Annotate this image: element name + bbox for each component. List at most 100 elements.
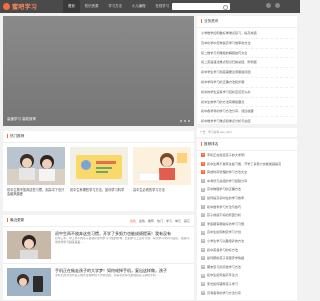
rank-number: 3 xyxy=(201,170,205,175)
rank-title[interactable]: 家长如何辅导孩子学习 xyxy=(207,280,238,289)
rank-item[interactable]: 2 初中生再不放弃这些习惯，开学了多努力也能成绩提高 xyxy=(197,160,297,169)
article-thumbnail[interactable] xyxy=(7,268,51,296)
sidebar-link[interactable]: 初二英语语法重点知识归纳总结，附例题 xyxy=(201,58,293,69)
rank-item[interactable]: 12 初中英语学习的好方法 xyxy=(197,246,297,255)
nav-item-home[interactable]: 首页 xyxy=(63,0,80,13)
site-logo[interactable]: 蜜吧学习 xyxy=(3,2,37,11)
nav-item-methods[interactable]: 学习方法 xyxy=(103,0,127,13)
panel-title: 推荐排名 xyxy=(197,139,297,151)
article-title[interactable]: 初中生再不放弃这些习惯，开学了多努力也能成绩提高！我有没有 xyxy=(55,231,190,236)
rank-title[interactable]: 如何帮助孩子克服厌学情绪 xyxy=(207,254,244,263)
rank-title[interactable]: 高考备考的学习方法分享 xyxy=(207,289,241,298)
rank-number: 14 xyxy=(201,265,205,270)
sidebar-link[interactable]: 初中学生学习到底需要注意哪些问题 xyxy=(201,68,293,78)
sidebar-link[interactable]: 初中生物学习的方法有哪些要点 xyxy=(201,98,293,108)
hot-item[interactable]: 高中生必看的学习方法 xyxy=(133,147,191,196)
rank-item[interactable]: 9 学霸都有哪些好的学习习惯 xyxy=(197,220,297,229)
hot-thumbnail[interactable] xyxy=(7,147,65,185)
rank-item[interactable]: 16 家长如何辅导孩子学习 xyxy=(197,280,297,289)
tab-latest[interactable]: 最新 xyxy=(130,219,136,223)
top-navigation-bar: 蜜吧学习 首页 知识资源 学习方法 小儿编程 在线学习 关于我们 xyxy=(0,0,300,13)
rank-item[interactable]: 3 有效时间管理的学习方法大全 xyxy=(197,168,297,177)
rank-title[interactable]: 初中生如何提高专注力 xyxy=(207,271,238,280)
rank-title[interactable]: 初中数学学习方法与技巧 xyxy=(207,203,241,212)
rank-title[interactable]: 初中英语学习的好方法 xyxy=(207,246,238,255)
rank-item[interactable]: 8 孩子成绩不好的原因分析 xyxy=(197,211,297,220)
rank-item[interactable]: 5 高中物理学习的正确方法 xyxy=(197,185,297,194)
hot-caption[interactable]: 高中生必看的学习方法 xyxy=(133,188,191,192)
rank-item[interactable]: 6 如何提高初中生的学习效率 xyxy=(197,194,297,203)
nav-item-coding[interactable]: 小儿编程 xyxy=(127,0,151,13)
rank-title[interactable]: 小学生学习兴趣培养的方法 xyxy=(207,237,244,246)
rank-number: 2 xyxy=(201,161,205,166)
rank-item[interactable]: 7 初中数学学习方法与技巧 xyxy=(197,203,297,212)
hot-thumbnail[interactable] xyxy=(70,147,128,185)
hot-thumbnail[interactable] xyxy=(133,147,191,185)
hot-item[interactable]: 初中生再不放弃这些习惯，到高中了也只会越来越差 xyxy=(7,147,65,196)
rank-number: 15 xyxy=(201,273,205,278)
search-input[interactable] xyxy=(172,3,230,10)
tab-hot[interactable]: 最热 xyxy=(139,219,145,223)
rank-title[interactable]: 中考状元总结的学习经验分享 xyxy=(207,177,247,186)
rank-number: 9 xyxy=(201,222,205,227)
rank-number: 1 xyxy=(201,153,205,158)
latest-tabs: 最新 最热 推荐 热门 学习 单元 其它 xyxy=(130,219,190,223)
article-item[interactable]: 初中生再不放弃这些习惯，开学了多努力也能成绩提高！我有没有 初中三年，中上水平的… xyxy=(3,227,194,264)
rank-number: 10 xyxy=(201,230,205,235)
rank-title[interactable]: 高中物理学习的正确方法 xyxy=(207,185,241,194)
search-icon[interactable] xyxy=(223,4,228,10)
panel-title: 热门推荐 xyxy=(3,131,194,143)
hot-item[interactable]: 初中生有哪些学习方法，如何学习科学 xyxy=(70,147,128,196)
rank-number: 8 xyxy=(201,213,205,218)
user-icon[interactable] xyxy=(266,3,271,8)
sidebar-link[interactable]: 高中化学中怎样提高学习效率的方法 xyxy=(201,39,293,49)
tab-unit[interactable]: 单元 xyxy=(175,219,181,223)
rank-title[interactable]: 初中生再不放弃这些习惯，开学了多努力也能成绩提高 xyxy=(207,160,281,169)
logo-text: 蜜吧学习 xyxy=(12,5,38,11)
tab-popular[interactable]: 热门 xyxy=(157,219,163,223)
rank-title[interactable]: 如何提高初中生的学习效率 xyxy=(207,194,244,203)
ad-slot[interactable]: 广告 · 学习资料 ads_right xyxy=(197,128,297,137)
article-item[interactable]: 手机正在偷走孩子的大学梦！如何戒掉手机，复出这样做，孩子 手机已成为当代孩子成长… xyxy=(3,264,194,301)
banner-dot[interactable] xyxy=(188,120,190,122)
rank-item[interactable]: 4 中考状元总结的学习经验分享 xyxy=(197,177,297,186)
banner-dot[interactable] xyxy=(180,120,182,122)
rank-number: 5 xyxy=(201,187,205,192)
rank-item[interactable]: 1 手机正在偷走孩子的大学梦！ xyxy=(197,151,297,160)
sidebar-link[interactable]: 初中各学科的学习方法分享，建议收藏 xyxy=(201,107,293,118)
rank-title[interactable]: 学霸都有哪些好的学习习惯 xyxy=(207,220,244,229)
nav-item-knowledge[interactable]: 知识资源 xyxy=(80,0,104,13)
rank-item[interactable]: 11 小学生学习兴趣培养的方法 xyxy=(197,237,297,246)
sidebar-link[interactable]: 小学数学如何做好重难点复习，提高成绩 xyxy=(201,29,293,39)
nav-item-online[interactable]: 在线学习 xyxy=(150,0,174,13)
article-title[interactable]: 手机正在偷走孩子的大学梦！如何戒掉手机，复出这样做，孩子 xyxy=(55,268,190,273)
rank-item[interactable]: 10 高中生如何制定学习计划 xyxy=(197,228,297,237)
menu-icon[interactable] xyxy=(275,3,280,8)
hot-caption[interactable]: 初中生再不放弃这些习惯，到高中了也只会越来越差 xyxy=(7,188,65,196)
article-excerpt: 初中三年，中上水平的孩子最容易受到学习习惯的影响，比如学习上没有计划，每天学习时… xyxy=(55,237,190,244)
banner-dot[interactable] xyxy=(184,120,186,122)
tab-study[interactable]: 学习 xyxy=(166,219,172,223)
article-thumbnail[interactable] xyxy=(7,231,51,259)
hot-caption[interactable]: 初中生有哪些学习方法，如何学习科学 xyxy=(70,188,128,192)
sidebar-news-panel: 业务资讯 小学数学如何做好重难点复习，提高成绩 高中化学中怎样提高学习效率的方法… xyxy=(197,16,297,127)
rank-item[interactable]: 17 高考备考的学习方法分享 xyxy=(197,289,297,298)
rank-title[interactable]: 孩子成绩不好的原因分析 xyxy=(207,211,241,220)
rank-title[interactable]: 有效时间管理的学习方法大全 xyxy=(207,168,247,177)
tab-other[interactable]: 其它 xyxy=(184,219,190,223)
panel-title: 业务资讯 xyxy=(197,16,297,28)
banner-pagination xyxy=(180,120,190,122)
sidebar-link[interactable]: 初中的学生没有学习目标应该怎么办 xyxy=(201,88,293,98)
sidebar-link[interactable]: 初二数学几何难题的解题技巧大全 xyxy=(201,49,293,59)
rank-title[interactable]: 期末复习的高效学习方法 xyxy=(207,263,241,272)
rank-item[interactable]: 14 期末复习的高效学习方法 xyxy=(197,263,297,272)
sidebar-link[interactable]: 初中学科学习的正确方法和步骤 xyxy=(201,78,293,88)
rank-title[interactable]: 手机正在偷走孩子的大学梦！ xyxy=(207,151,247,160)
rank-title[interactable]: 高中生如何制定学习计划 xyxy=(207,228,241,237)
sidebar-link[interactable]: 初中数学学习难点和重点分析与总结 xyxy=(201,117,293,127)
tab-recommend[interactable]: 推荐 xyxy=(148,219,154,223)
rank-item[interactable]: 13 如何帮助孩子克服厌学情绪 xyxy=(197,254,297,263)
rank-number: 12 xyxy=(201,247,205,252)
rank-item[interactable]: 15 初中生如何提高专注力 xyxy=(197,271,297,280)
hero-banner[interactable]: 高速学习 高效效率 xyxy=(3,16,194,126)
